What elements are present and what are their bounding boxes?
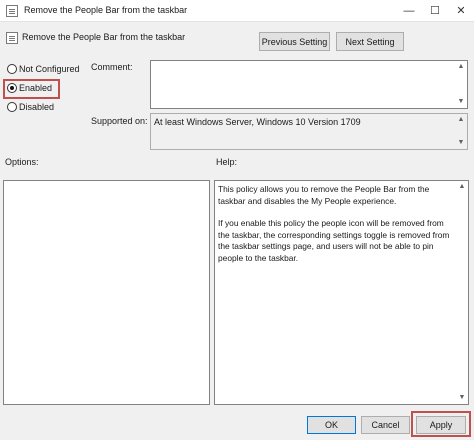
help-paragraph: This policy allows you to remove the Peo… (218, 184, 430, 206)
close-button[interactable]: ✕ (448, 0, 474, 22)
previous-setting-button[interactable]: Previous Setting (259, 32, 330, 51)
radio-label: Disabled (19, 102, 55, 112)
window-title: Remove the People Bar from the taskbar (24, 5, 188, 15)
comment-label: Comment: (91, 62, 133, 72)
setting-icon (6, 32, 18, 44)
radio-enabled[interactable]: Enabled (7, 82, 55, 96)
help-text: This policy allows you to remove the Peo… (218, 184, 453, 264)
supported-label: Supported on: (91, 116, 148, 126)
options-label: Options: (5, 157, 39, 167)
cancel-button[interactable]: Cancel (361, 416, 410, 434)
supported-value: At least Windows Server, Windows 10 Vers… (154, 117, 361, 127)
scroll-down-icon[interactable]: ▼ (457, 393, 467, 403)
comment-field[interactable]: ▲ ▼ (150, 60, 468, 109)
radio-circle[interactable] (7, 64, 17, 74)
minimize-button[interactable]: — (396, 0, 422, 22)
help-paragraph: If you enable this policy the people ico… (218, 218, 450, 263)
options-panel (3, 180, 210, 405)
ok-button[interactable]: OK (307, 416, 356, 434)
policy-icon (6, 5, 18, 17)
scroll-up-icon[interactable]: ▲ (456, 62, 466, 72)
radio-label: Enabled (19, 83, 53, 93)
radio-circle[interactable] (7, 102, 17, 112)
radio-circle[interactable] (7, 83, 17, 93)
scroll-down-icon[interactable]: ▼ (456, 97, 466, 107)
radio-not-configured[interactable]: Not Configured (7, 63, 87, 77)
radio-disabled[interactable]: Disabled (7, 101, 67, 115)
radio-selected-dot (10, 86, 14, 90)
help-label: Help: (216, 157, 238, 167)
scroll-up-icon[interactable]: ▲ (456, 115, 466, 125)
next-setting-button[interactable]: Next Setting (336, 32, 404, 51)
scroll-up-icon[interactable]: ▲ (457, 182, 467, 192)
help-panel: This policy allows you to remove the Peo… (214, 180, 469, 405)
title-bar: Remove the People Bar from the taskbar —… (0, 0, 474, 22)
scroll-down-icon[interactable]: ▼ (456, 138, 466, 148)
supported-field: At least Windows Server, Windows 10 Vers… (150, 113, 468, 150)
apply-button[interactable]: Apply (416, 416, 466, 434)
setting-name: Remove the People Bar from the taskbar (22, 32, 186, 42)
maximize-button[interactable]: ☐ (422, 0, 448, 22)
radio-label: Not Configured (19, 64, 80, 74)
